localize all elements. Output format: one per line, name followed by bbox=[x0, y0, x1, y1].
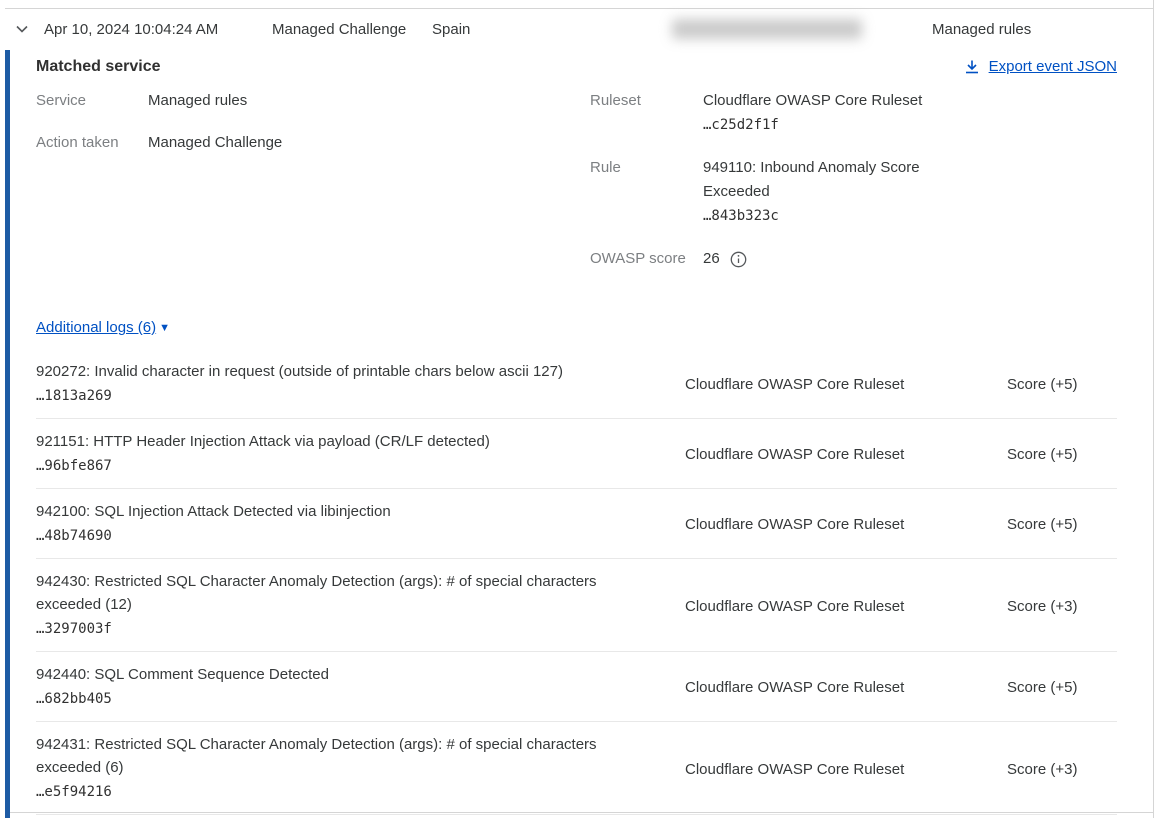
ruleset-id-hash: …c25d2f1f bbox=[703, 113, 953, 138]
log-ruleset: Cloudflare OWASP Core Ruleset bbox=[685, 446, 1007, 463]
ruleset-label: Ruleset bbox=[590, 89, 703, 138]
log-ruleset: Cloudflare OWASP Core Ruleset bbox=[685, 598, 1007, 615]
rule-label: Rule bbox=[590, 156, 703, 229]
log-row: 942430: Restricted SQL Character Anomaly… bbox=[36, 559, 1117, 652]
log-rule-id-hash: …682bb405 bbox=[36, 686, 645, 712]
next-row-top-border bbox=[10, 812, 1154, 813]
owasp-score-value: 26 bbox=[703, 247, 720, 271]
log-rule-id-hash: …3297003f bbox=[36, 616, 645, 642]
log-description: 921151: HTTP Header Injection Attack via… bbox=[36, 430, 645, 453]
log-rule-id-hash: …96bfe867 bbox=[36, 453, 645, 479]
log-description-column: 942430: Restricted SQL Character Anomaly… bbox=[36, 570, 685, 642]
log-rule-id-hash: …e5f94216 bbox=[36, 779, 645, 805]
dropdown-triangle-icon: ▼ bbox=[159, 322, 170, 334]
log-score: Score (+5) bbox=[1007, 516, 1117, 533]
log-score: Score (+3) bbox=[1007, 761, 1117, 778]
log-description: 942440: SQL Comment Sequence Detected bbox=[36, 663, 645, 686]
details-right-column: Ruleset Cloudflare OWASP Core Ruleset …c… bbox=[590, 89, 953, 289]
event-service: Managed rules bbox=[932, 21, 1031, 38]
log-ruleset: Cloudflare OWASP Core Ruleset bbox=[685, 761, 1007, 778]
additional-logs-list: 920272: Invalid character in request (ou… bbox=[36, 349, 1117, 815]
log-description-column: 942431: Restricted SQL Character Anomaly… bbox=[36, 733, 685, 805]
log-row: 921151: HTTP Header Injection Attack via… bbox=[36, 419, 1117, 489]
additional-logs-toggle[interactable]: Additional logs (6) ▼ bbox=[36, 319, 170, 336]
details-left-column: Service Managed rules Action taken Manag… bbox=[36, 89, 590, 289]
chevron-down-icon[interactable] bbox=[14, 21, 30, 37]
export-link-label: Export event JSON bbox=[989, 58, 1117, 75]
event-timestamp: Apr 10, 2024 10:04:24 AM bbox=[44, 21, 272, 38]
log-description-column: 920272: Invalid character in request (ou… bbox=[36, 360, 685, 409]
log-ruleset: Cloudflare OWASP Core Ruleset bbox=[685, 516, 1007, 533]
panel-title: Matched service bbox=[36, 58, 161, 76]
matched-service-details: Service Managed rules Action taken Manag… bbox=[36, 89, 1117, 289]
download-icon bbox=[964, 59, 980, 75]
log-description: 942430: Restricted SQL Character Anomaly… bbox=[36, 570, 645, 616]
service-value: Managed rules bbox=[148, 89, 247, 113]
log-row: 942431: Restricted SQL Character Anomaly… bbox=[36, 722, 1117, 815]
table-right-border bbox=[1153, 0, 1154, 818]
log-description: 942100: SQL Injection Attack Detected vi… bbox=[36, 500, 645, 523]
info-icon[interactable] bbox=[730, 251, 747, 268]
action-taken-value: Managed Challenge bbox=[148, 131, 282, 155]
export-event-json-link[interactable]: Export event JSON bbox=[964, 58, 1117, 75]
owasp-score-label: OWASP score bbox=[590, 247, 703, 271]
log-description: 942431: Restricted SQL Character Anomaly… bbox=[36, 733, 645, 779]
rule-id-hash: …843b323c bbox=[703, 204, 953, 229]
rule-value: 949110: Inbound Anomaly Score Exceeded bbox=[703, 156, 953, 204]
log-description-column: 942440: SQL Comment Sequence Detected …6… bbox=[36, 663, 685, 712]
log-description-column: 921151: HTTP Header Injection Attack via… bbox=[36, 430, 685, 479]
event-detail-panel: Matched service Export event JSON Servic… bbox=[10, 48, 1153, 818]
log-ruleset: Cloudflare OWASP Core Ruleset bbox=[685, 679, 1007, 696]
log-score: Score (+5) bbox=[1007, 446, 1117, 463]
log-ruleset: Cloudflare OWASP Core Ruleset bbox=[685, 376, 1007, 393]
log-description: 920272: Invalid character in request (ou… bbox=[36, 360, 645, 383]
log-rule-id-hash: …48b74690 bbox=[36, 523, 645, 549]
event-summary-row[interactable]: Apr 10, 2024 10:04:24 AM Managed Challen… bbox=[5, 8, 1154, 50]
log-row: 920272: Invalid character in request (ou… bbox=[36, 349, 1117, 419]
service-label: Service bbox=[36, 89, 148, 113]
event-action: Managed Challenge bbox=[272, 21, 432, 38]
log-rule-id-hash: …1813a269 bbox=[36, 383, 645, 409]
redacted-value bbox=[672, 19, 862, 39]
event-country: Spain bbox=[432, 21, 672, 38]
action-taken-label: Action taken bbox=[36, 131, 148, 155]
log-description-column: 942100: SQL Injection Attack Detected vi… bbox=[36, 500, 685, 549]
log-row: 942440: SQL Comment Sequence Detected …6… bbox=[36, 652, 1117, 722]
log-score: Score (+5) bbox=[1007, 679, 1117, 696]
ruleset-value: Cloudflare OWASP Core Ruleset bbox=[703, 89, 953, 113]
security-event-expanded-row: Apr 10, 2024 10:04:24 AM Managed Challen… bbox=[0, 0, 1160, 818]
log-score: Score (+3) bbox=[1007, 598, 1117, 615]
additional-logs-label: Additional logs (6) bbox=[36, 319, 156, 336]
log-score: Score (+5) bbox=[1007, 376, 1117, 393]
log-row: 942100: SQL Injection Attack Detected vi… bbox=[36, 489, 1117, 559]
